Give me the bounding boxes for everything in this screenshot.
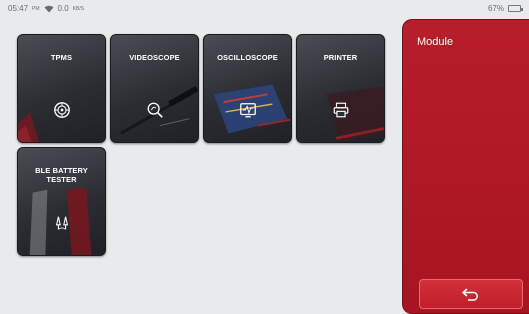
module-label: OSCILLOSCOPE [217,53,278,62]
battery-icon [508,5,523,12]
module-tile-tpms[interactable]: TPMS [17,34,106,143]
waveform-monitor-icon [239,103,256,118]
return-arrow-icon [462,288,478,301]
battery-percent: 67% [487,4,504,13]
status-right: 67% [487,4,523,13]
module-label: BLE BATTERY TESTER [35,166,88,184]
module-tile-oscilloscope[interactable]: OSCILLOSCOPE [203,34,292,143]
clock-ampm: PM [32,5,40,12]
module-label: TPMS [50,53,73,62]
module-tile-printer[interactable]: PRINTER [296,34,385,143]
back-button[interactable] [419,279,523,309]
tire-sensor-icon [53,102,70,118]
module-label: PRINTER [323,53,358,62]
wifi-icon [44,5,54,12]
module-tile-videoscope[interactable]: VIDEOSCOPE [110,34,199,143]
module-panel: Module [402,19,529,314]
status-bar: 05:47 PM 0.0 KB/S 67% [0,0,529,17]
status-left: 05:47 PM 0.0 KB/S [8,4,84,13]
module-label: VIDEOSCOPE [129,53,180,62]
panel-title: Module [417,36,454,48]
network-speed-unit: KB/S [72,5,85,12]
inspection-camera-icon [147,102,163,118]
network-speed: 0.0 [57,4,69,13]
clock-time: 05:47 [8,4,29,13]
printer-icon [333,102,348,118]
battery-clamps-icon [55,216,68,230]
module-tile-ble-battery-tester[interactable]: BLE BATTERY TESTER [17,147,106,256]
